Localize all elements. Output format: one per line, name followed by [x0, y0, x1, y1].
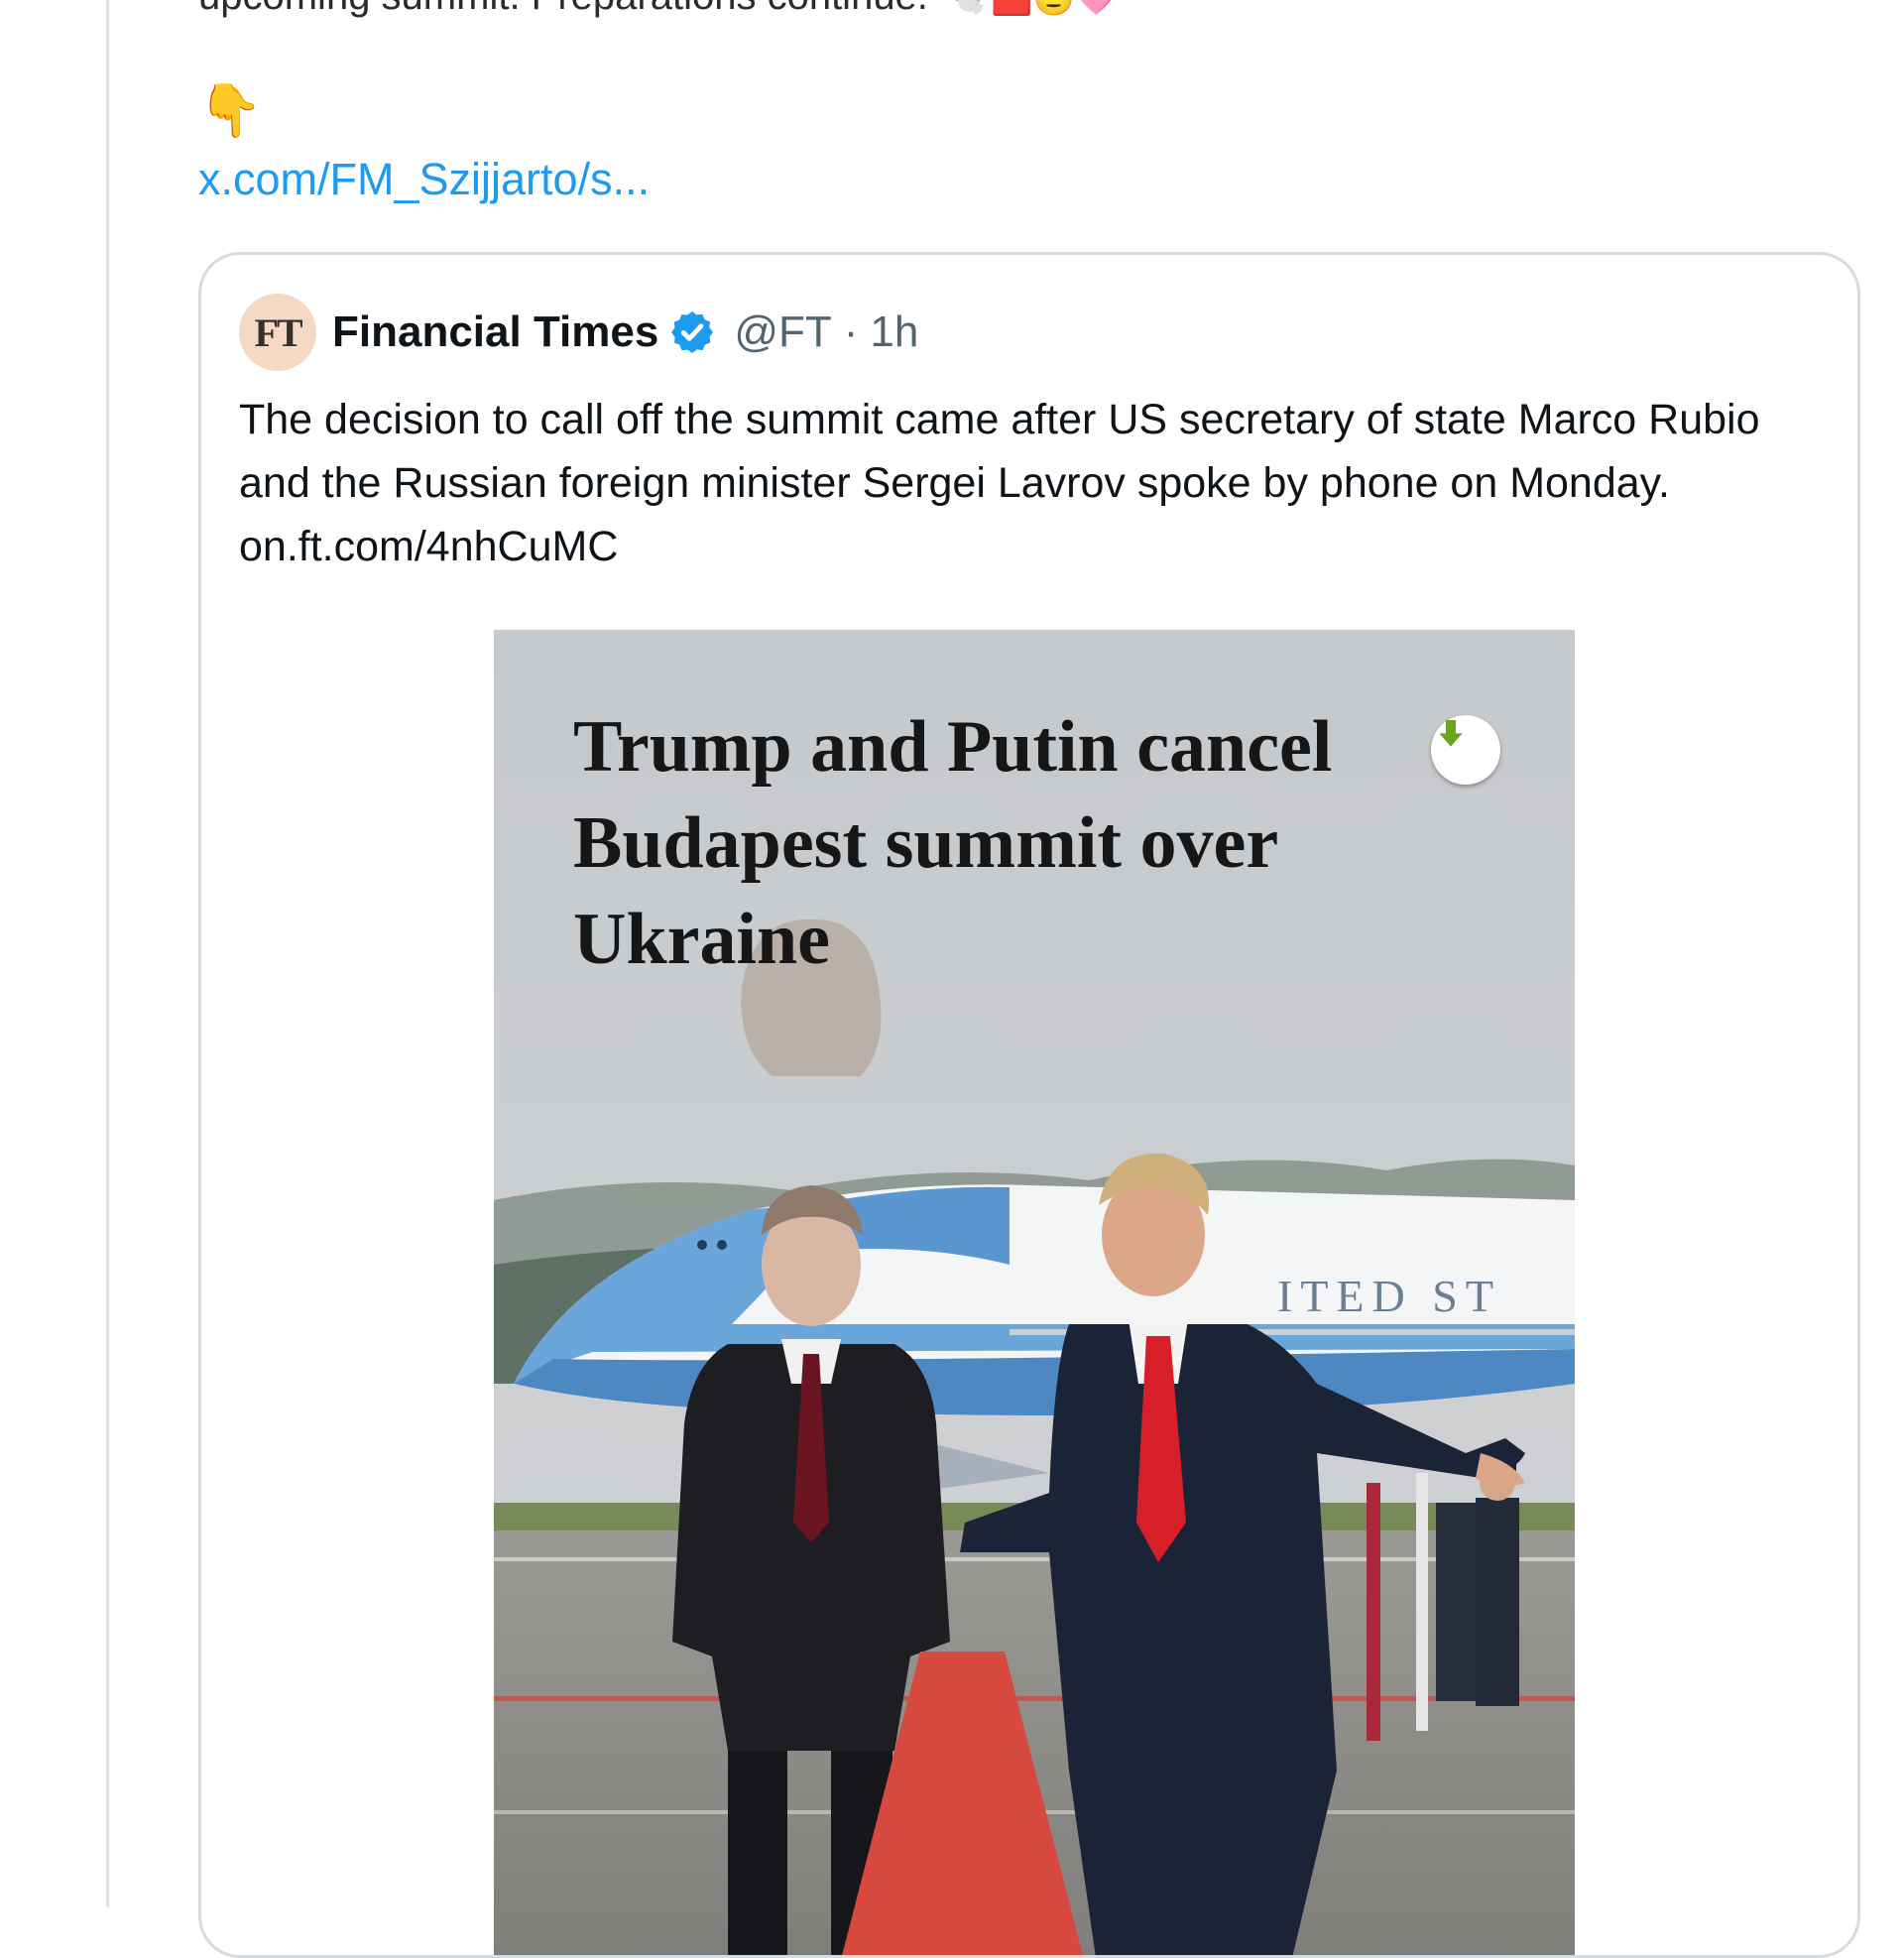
quoted-tweet-body: The decision to call off the summit came…	[239, 396, 1760, 507]
quoted-tweet-header: FT Financial Times @FT · 1h	[239, 293, 918, 372]
article-image[interactable]: Trump and Putin cancel Budapest summit o…	[494, 630, 1575, 1955]
save-download-button[interactable]	[1431, 715, 1500, 785]
quoted-tweet-card[interactable]: FT Financial Times @FT · 1h The decision…	[198, 252, 1860, 1958]
verified-badge-icon	[671, 311, 714, 353]
quoted-tweet-text: The decision to call off the summit came…	[239, 388, 1826, 578]
post-text-cropped: upcoming summit. Preparations continue. …	[198, 0, 1117, 19]
post-text-line: upcoming summit. Preparations continue.	[198, 0, 928, 18]
avatar[interactable]: FT	[239, 294, 316, 371]
author-name[interactable]: Financial Times	[332, 307, 658, 357]
article-link[interactable]: on.ft.com/4nhCuMC	[239, 523, 618, 570]
meta-separator: ·	[843, 307, 859, 356]
plane-lettering: ITED ST	[1277, 1271, 1501, 1321]
post-link[interactable]: x.com/FM_Szijjarto/s...	[198, 154, 650, 205]
post-emoji-row: 🕊️🟥🫡🩷	[949, 0, 1117, 18]
post-time[interactable]: 1h	[870, 307, 918, 357]
download-arrow-icon	[1439, 720, 1463, 747]
author-handle[interactable]: @FT	[734, 307, 831, 357]
pointing-down-emoji: 👇	[198, 82, 263, 140]
article-headline: Trump and Putin cancel Budapest summit o…	[573, 706, 1333, 980]
timeline-thread-line	[106, 0, 109, 1907]
